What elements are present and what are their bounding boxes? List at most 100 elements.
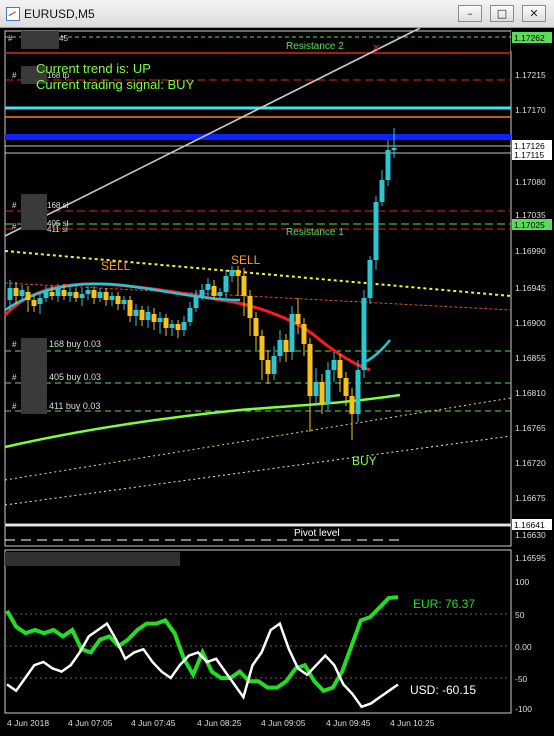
candle-body xyxy=(115,296,121,304)
price-label: 1.17215 xyxy=(515,70,546,80)
order-hash-buy1: # xyxy=(12,340,17,349)
order-top-fragment: 45 xyxy=(59,34,68,43)
candle-body xyxy=(205,284,211,290)
candle-body xyxy=(349,396,355,414)
chart-area[interactable]: # 45 # 168 tp # 168 sl # 405 sl 411 sl #… xyxy=(0,27,554,731)
candle-body xyxy=(55,288,61,296)
order-sl-168: 168 sl xyxy=(47,201,69,210)
price-label: 1.16945 xyxy=(515,283,546,293)
candle-body xyxy=(157,318,163,322)
candle-body xyxy=(25,292,31,300)
price-label: 1.16855 xyxy=(515,353,546,363)
order-hash-top: # xyxy=(8,34,13,43)
sell-signal-label-2: SELL xyxy=(231,253,261,267)
candle-body xyxy=(73,292,79,298)
price-label: 1.16765 xyxy=(515,423,546,433)
candle-body xyxy=(265,360,271,374)
ma-red-line xyxy=(3,282,371,372)
candle-body xyxy=(295,314,301,324)
candle-body xyxy=(217,292,223,296)
main-chart-border xyxy=(4,30,512,525)
order-sl-411: 411 sl xyxy=(47,225,68,234)
candle-body xyxy=(229,270,235,276)
sub-axis-label: 0.00 xyxy=(515,642,532,652)
candle-body xyxy=(7,288,13,300)
candle-body xyxy=(181,322,187,330)
trendline-support-2 xyxy=(4,435,512,506)
candle-body xyxy=(187,308,193,322)
price-current-2: 1.17115 xyxy=(514,150,544,160)
candles-group xyxy=(7,128,397,440)
candle-body xyxy=(385,150,391,180)
blurred-order-id xyxy=(21,338,47,414)
candle-body xyxy=(271,356,277,374)
candle-body xyxy=(127,300,133,316)
order-hash-tp: # xyxy=(12,71,17,80)
order-hash-sl2: # xyxy=(12,222,17,231)
maximize-button[interactable]: □ xyxy=(490,5,514,22)
sub-axis-label: 100 xyxy=(515,577,529,587)
candle-body xyxy=(367,260,373,298)
time-label: 4 Jun 08:25 xyxy=(197,718,242,728)
candle-body xyxy=(97,292,103,298)
candle-body xyxy=(307,344,313,396)
price-label: 1.17035 xyxy=(515,210,546,220)
price-label: 1.16990 xyxy=(515,246,546,256)
candle-body xyxy=(37,298,43,304)
pivot-panel-border xyxy=(4,525,512,547)
candle-body xyxy=(253,318,259,336)
candle-body xyxy=(43,290,49,298)
price-chart-svg[interactable]: # 45 # 168 tp # 168 sl # 405 sl 411 sl #… xyxy=(0,27,554,731)
blurred-order-id xyxy=(21,31,59,49)
candle-body xyxy=(313,382,319,396)
sell-signal-label: SELL xyxy=(101,259,131,273)
usd-value-label: USD: -60.15 xyxy=(410,683,476,697)
candle-body xyxy=(241,276,247,296)
candle-body xyxy=(289,314,295,352)
candle-body xyxy=(169,324,175,328)
candle-body xyxy=(343,378,349,396)
candle-body xyxy=(151,314,157,322)
time-label: 4 Jun 10:25 xyxy=(390,718,435,728)
blurred-order-id xyxy=(21,194,47,230)
price-label: 1.16900 xyxy=(515,318,546,328)
candle-body xyxy=(355,370,361,414)
price-pivot-label: 1.16641 xyxy=(514,520,545,530)
order-hash-buy3: # xyxy=(12,402,17,411)
order-buy-411: 411 buy 0.03 xyxy=(49,401,100,411)
window-title: EURUSD,M5 xyxy=(24,7,95,21)
candle-body xyxy=(325,370,331,404)
order-hash-buy2: # xyxy=(12,373,17,382)
order-buy-168: 168 buy 0.03 xyxy=(49,339,101,349)
price-label: 1.16810 xyxy=(515,388,546,398)
candle-body xyxy=(373,202,379,260)
time-label: 4 Jun 09:05 xyxy=(261,718,306,728)
candle-body xyxy=(361,298,367,370)
candle-body xyxy=(139,310,145,320)
candle-body xyxy=(13,288,19,296)
minimize-button[interactable]: – xyxy=(458,5,482,22)
eur-value-label: EUR: 76.37 xyxy=(413,597,475,611)
window-titlebar: EURUSD,M5 – □ ✕ xyxy=(0,0,554,28)
time-axis: 4 Jun 2018 4 Jun 07:05 4 Jun 07:45 4 Jun… xyxy=(7,718,435,728)
candle-body xyxy=(67,292,73,296)
blurred-indicator-name xyxy=(5,552,180,566)
candle-body xyxy=(199,290,205,296)
candle-body xyxy=(133,310,139,316)
close-button[interactable]: ✕ xyxy=(522,5,546,22)
candle-body xyxy=(319,382,325,404)
price-highlight-top-text: 1.17262 xyxy=(514,33,545,43)
pivot-level-label: Pivot level xyxy=(294,528,340,539)
price-axis: 1.17262 1.17215 1.17170 1.17126 1.17115 … xyxy=(511,31,554,540)
candle-body xyxy=(277,340,283,356)
candle-body xyxy=(79,294,85,298)
resistance-1-label: Resistance 1 xyxy=(286,227,344,238)
candle-body xyxy=(235,270,241,276)
current-trend-text: Current trend is: UP xyxy=(36,61,151,76)
time-label: 4 Jun 07:45 xyxy=(131,718,176,728)
candle-body xyxy=(379,180,385,202)
price-label: 1.17170 xyxy=(515,105,546,115)
candle-body xyxy=(145,312,151,320)
candle-body xyxy=(103,292,109,300)
time-label: 4 Jun 2018 xyxy=(7,718,49,728)
